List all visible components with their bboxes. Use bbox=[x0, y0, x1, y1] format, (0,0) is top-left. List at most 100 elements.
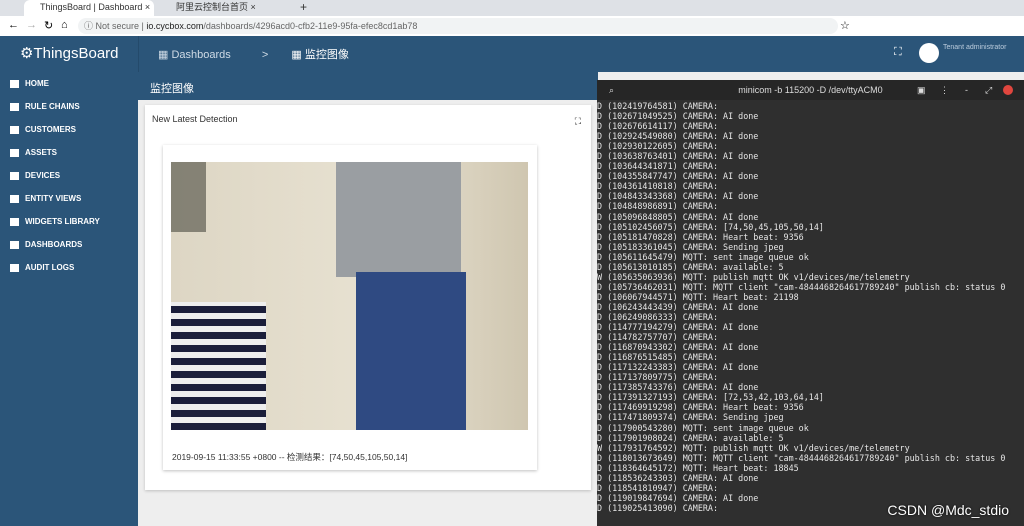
terminal-line: D (114782757707) CAMERA: bbox=[597, 332, 719, 343]
terminal-line: D (105183361045) CAMERA: Sending jpeg bbox=[597, 241, 784, 252]
devices-icon bbox=[10, 171, 19, 180]
close-tab-icon[interactable]: × bbox=[251, 2, 256, 12]
sidebar-item-customers[interactable]: CUSTOMERS bbox=[0, 118, 138, 141]
terminal-line: D (118013673649) MQTT: MQTT client "cam-… bbox=[597, 452, 1006, 463]
rule-chains-icon bbox=[10, 102, 19, 111]
maximize-icon[interactable]: ⤢ bbox=[985, 80, 992, 100]
terminal-line: D (102676614117) CAMERA: bbox=[597, 121, 719, 132]
terminal-line: D (117471809374) CAMERA: Sending jpeg bbox=[597, 412, 784, 423]
search-icon[interactable]: ⌕ bbox=[609, 80, 614, 100]
widgets-icon bbox=[10, 217, 19, 226]
bookmark-star-icon[interactable]: ☆ bbox=[840, 19, 850, 32]
close-tab-icon[interactable]: × bbox=[145, 2, 150, 12]
breadcrumb-dashboards[interactable]: Dashboards bbox=[171, 49, 230, 61]
logo-text: ThingsBoard bbox=[33, 45, 119, 62]
terminal-line: D (104843343368) CAMERA: AI done bbox=[597, 191, 759, 202]
tab-thingsboard[interactable]: ThingsBoard | Dashboard × bbox=[24, 0, 154, 16]
new-tab-icon[interactable]: ▣ bbox=[917, 80, 926, 100]
sidebar-item-widgets-library[interactable]: WIDGETS LIBRARY bbox=[0, 210, 138, 233]
menu-icon[interactable]: ⋮ bbox=[940, 80, 949, 100]
terminal-line: D (103644341871) CAMERA: bbox=[597, 161, 719, 172]
label: ASSETS bbox=[25, 148, 58, 157]
terminal-line: D (117901908024) CAMERA: available: 5 bbox=[597, 432, 784, 443]
terminal-line: D (104355847747) CAMERA: AI done bbox=[597, 171, 759, 182]
terminal-line: D (104848986891) CAMERA: bbox=[597, 201, 719, 212]
sidebar-item-assets[interactable]: ASSETS bbox=[0, 141, 138, 164]
home-icon bbox=[10, 79, 19, 88]
sidebar-item-home[interactable]: HOME bbox=[0, 72, 138, 95]
breadcrumb: ▦ Dashboards > ▦ 监控图像 bbox=[158, 46, 349, 62]
terminal-line: D (102671049525) CAMERA: AI done bbox=[597, 111, 759, 122]
terminal-line: D (117900543280) MQTT: sent image queue … bbox=[597, 422, 809, 433]
label: WIDGETS LIBRARY bbox=[25, 217, 100, 226]
terminal-line: D (114777194279) CAMERA: AI done bbox=[597, 322, 759, 333]
terminal-line: D (105736462031) MQTT: MQTT client "cam-… bbox=[597, 281, 1006, 292]
dashboards-icon: ▦ bbox=[158, 49, 169, 61]
audit-logs-icon bbox=[10, 263, 19, 272]
terminal-line: D (117391327193) CAMERA: [72,53,42,103,6… bbox=[597, 392, 824, 403]
fullscreen-icon[interactable]: ⛶ bbox=[894, 46, 902, 59]
user-role: Tenant administrator bbox=[943, 44, 1007, 51]
tab-label: 阿里云控制台首页 bbox=[176, 2, 249, 12]
terminal-line: D (106067944571) MQTT: Heart beat: 21198 bbox=[597, 291, 799, 302]
minimize-icon[interactable]: - bbox=[965, 80, 968, 100]
image-card: 2019-09-15 11:33:55 +0800 -- 检测结果：[74,50… bbox=[163, 145, 537, 470]
terminal-line: D (117385743376) CAMERA: AI done bbox=[597, 382, 759, 393]
watermark: CSDN @Mdc_stdio bbox=[887, 502, 1009, 518]
reload-icon[interactable]: ↻ bbox=[44, 19, 53, 32]
tab-aliyun[interactable]: 阿里云控制台首页 × bbox=[160, 0, 290, 16]
avatar[interactable] bbox=[919, 43, 939, 63]
terminal-line: D (105181470828) CAMERA: Heart beat: 935… bbox=[597, 231, 804, 242]
url-path: /dashboards/4296acd0-cfb2-11e9-95fa-efec… bbox=[203, 21, 418, 31]
dashboard-icon: ▦ bbox=[291, 49, 302, 61]
terminal-title: minicom -b 115200 -D /dev/ttyACM0 bbox=[738, 85, 883, 95]
detection-caption: 2019-09-15 11:33:55 +0800 -- 检测结果：[74,50… bbox=[172, 452, 408, 462]
address-bar-row: ← → ↻ ⌂ ⓘ Not secure | io.cycbox.com/das… bbox=[0, 16, 1024, 36]
terminal-line: D (102930122605) CAMERA: bbox=[597, 141, 719, 152]
sidebar-item-dashboards[interactable]: DASHBOARDS bbox=[0, 233, 138, 256]
new-tab-button[interactable]: + bbox=[300, 0, 307, 14]
terminal-line: D (117469919298) CAMERA: Heart beat: 935… bbox=[597, 402, 804, 413]
terminal-line: D (103638763401) CAMERA: AI done bbox=[597, 151, 759, 162]
close-icon[interactable] bbox=[1003, 85, 1013, 95]
url-input[interactable]: ⓘ Not secure | io.cycbox.com/dashboards/… bbox=[78, 18, 838, 34]
security-label: Not secure bbox=[95, 21, 140, 31]
breadcrumb-separator: > bbox=[261, 49, 269, 61]
sidebar-item-devices[interactable]: DEVICES bbox=[0, 164, 138, 187]
dashboard-title: 监控图像 bbox=[138, 72, 598, 100]
tab-label: ThingsBoard | Dashboard bbox=[40, 2, 143, 12]
terminal-titlebar: ⌕ minicom -b 115200 -D /dev/ttyACM0 ▣ ⋮ … bbox=[597, 80, 1024, 100]
sidebar-item-entity-views[interactable]: ENTITY VIEWS bbox=[0, 187, 138, 210]
widget-fullscreen-icon[interactable]: ⛶ bbox=[575, 116, 581, 127]
terminal-line: D (106243443439) CAMERA: AI done bbox=[597, 301, 759, 312]
latest-detection-widget: New Latest Detection ⛶ 2019-09-15 11:33:… bbox=[145, 105, 591, 490]
terminal-line: D (105102456075) CAMERA: [74,50,45,105,5… bbox=[597, 221, 824, 232]
label: RULE CHAINS bbox=[25, 102, 80, 111]
terminal-line: D (118364645172) MQTT: Heart beat: 18845 bbox=[597, 462, 799, 473]
terminal-window: ⌕ minicom -b 115200 -D /dev/ttyACM0 ▣ ⋮ … bbox=[597, 80, 1024, 526]
label: HOME bbox=[25, 79, 49, 88]
browser-tab-bar: ThingsBoard | Dashboard × 阿里云控制台首页 × + bbox=[0, 0, 1024, 16]
terminal-line: D (117132243383) CAMERA: AI done bbox=[597, 362, 759, 373]
terminal-line: D (102419764581) CAMERA: bbox=[597, 101, 719, 111]
terminal-output[interactable]: D (102419764581) CAMERA: D (102671049525)… bbox=[597, 100, 1024, 513]
home-icon[interactable]: ⌂ bbox=[61, 19, 68, 31]
terminal-line: D (105613010185) CAMERA: available: 5 bbox=[597, 261, 784, 272]
terminal-line: D (118541810947) CAMERA: bbox=[597, 482, 719, 493]
label: DASHBOARDS bbox=[25, 240, 83, 249]
label: ENTITY VIEWS bbox=[25, 194, 82, 203]
terminal-line: D (106249086333) CAMERA: bbox=[597, 311, 719, 322]
back-icon[interactable]: ← bbox=[8, 19, 19, 31]
label: DEVICES bbox=[25, 171, 61, 180]
terminal-line: D (116876515485) CAMERA: bbox=[597, 352, 719, 363]
assets-icon bbox=[10, 148, 19, 157]
sidebar: HOME RULE CHAINS CUSTOMERS ASSETS DEVICE… bbox=[0, 72, 138, 526]
forward-icon[interactable]: → bbox=[26, 19, 37, 31]
entity-views-icon bbox=[10, 194, 19, 203]
breadcrumb-current: 监控图像 bbox=[304, 49, 349, 61]
sidebar-item-rule-chains[interactable]: RULE CHAINS bbox=[0, 95, 138, 118]
widget-title: New Latest Detection bbox=[152, 114, 238, 124]
customers-icon bbox=[10, 125, 19, 134]
sidebar-item-audit-logs[interactable]: AUDIT LOGS bbox=[0, 256, 138, 279]
logo[interactable]: ⚙ThingsBoard bbox=[20, 44, 119, 62]
